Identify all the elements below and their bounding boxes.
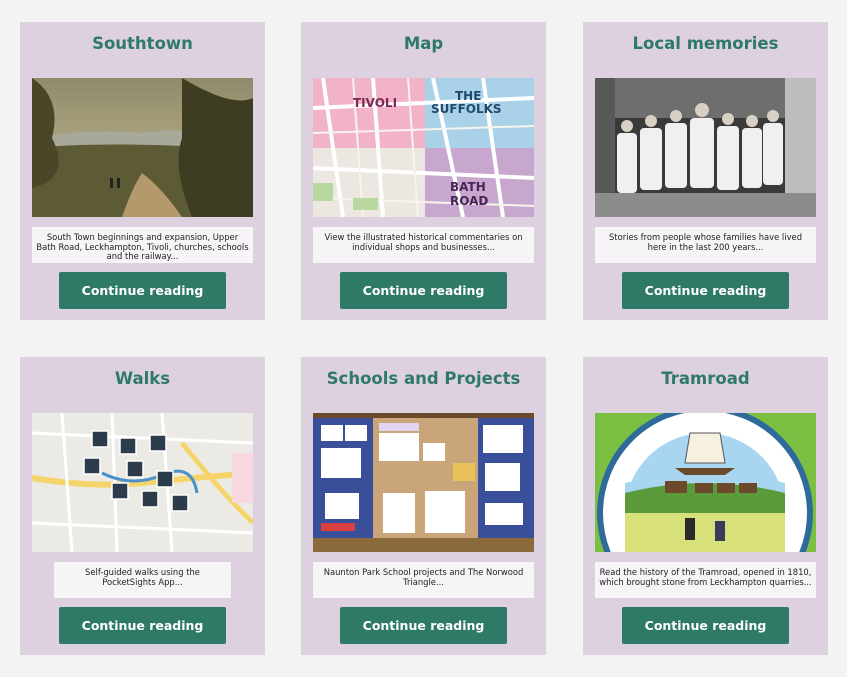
continue-reading-button[interactable]: Continue reading	[340, 607, 507, 644]
continue-reading-button[interactable]: Continue reading	[622, 607, 789, 644]
continue-reading-button[interactable]: Continue reading	[622, 272, 789, 309]
map-label-the: THE	[455, 89, 481, 103]
card-excerpt: View the illustrated historical commenta…	[313, 227, 534, 263]
school-display-board-image[interactable]	[313, 413, 534, 552]
map-label-road: ROAD	[450, 194, 488, 208]
card-title[interactable]: Map	[301, 34, 546, 53]
card-schools-projects: Schools and Projects Naunton Park School…	[301, 357, 546, 655]
card-southtown: Southtown South Town beginnings and expa…	[20, 22, 265, 320]
card-excerpt: Naunton Park School projects and The Nor…	[313, 562, 534, 598]
card-title[interactable]: Southtown	[20, 34, 265, 53]
continue-reading-button[interactable]: Continue reading	[340, 272, 507, 309]
shop-staff-photo-image[interactable]	[595, 78, 816, 217]
southtown-painting-image[interactable]	[32, 78, 253, 217]
card-walks: Walks Self-guided walks using the Pocket…	[20, 357, 265, 655]
card-excerpt: Stories from people whose families have …	[595, 227, 816, 263]
card-excerpt: Self-guided walks using the PocketSights…	[54, 562, 231, 598]
map-label-tivoli: TIVOLI	[353, 96, 397, 110]
card-tramroad: Tramroad Read the history of the Tramroa…	[583, 357, 828, 655]
map-label-bath: BATH	[450, 180, 486, 194]
map-thumbnail-image[interactable]: TIVOLI THE SUFFOLKS BATH ROAD	[313, 78, 534, 217]
card-title[interactable]: Schools and Projects	[301, 369, 546, 388]
card-map: Map TIVOLI THE SUFFOLKS BATH ROAD View t…	[301, 22, 546, 320]
tramroad-emblem-image[interactable]	[595, 413, 816, 552]
continue-reading-button[interactable]: Continue reading	[59, 272, 226, 309]
continue-reading-button[interactable]: Continue reading	[59, 607, 226, 644]
card-local-memories: Local memories Stories from people whose…	[583, 22, 828, 320]
walks-map-image[interactable]	[32, 413, 253, 552]
card-title[interactable]: Tramroad	[583, 369, 828, 388]
card-title[interactable]: Local memories	[583, 34, 828, 53]
card-excerpt: South Town beginnings and expansion, Upp…	[32, 227, 253, 263]
card-title[interactable]: Walks	[20, 369, 265, 388]
card-excerpt: Read the history of the Tramroad, opened…	[595, 562, 816, 598]
map-label-suffolks: SUFFOLKS	[431, 102, 502, 116]
